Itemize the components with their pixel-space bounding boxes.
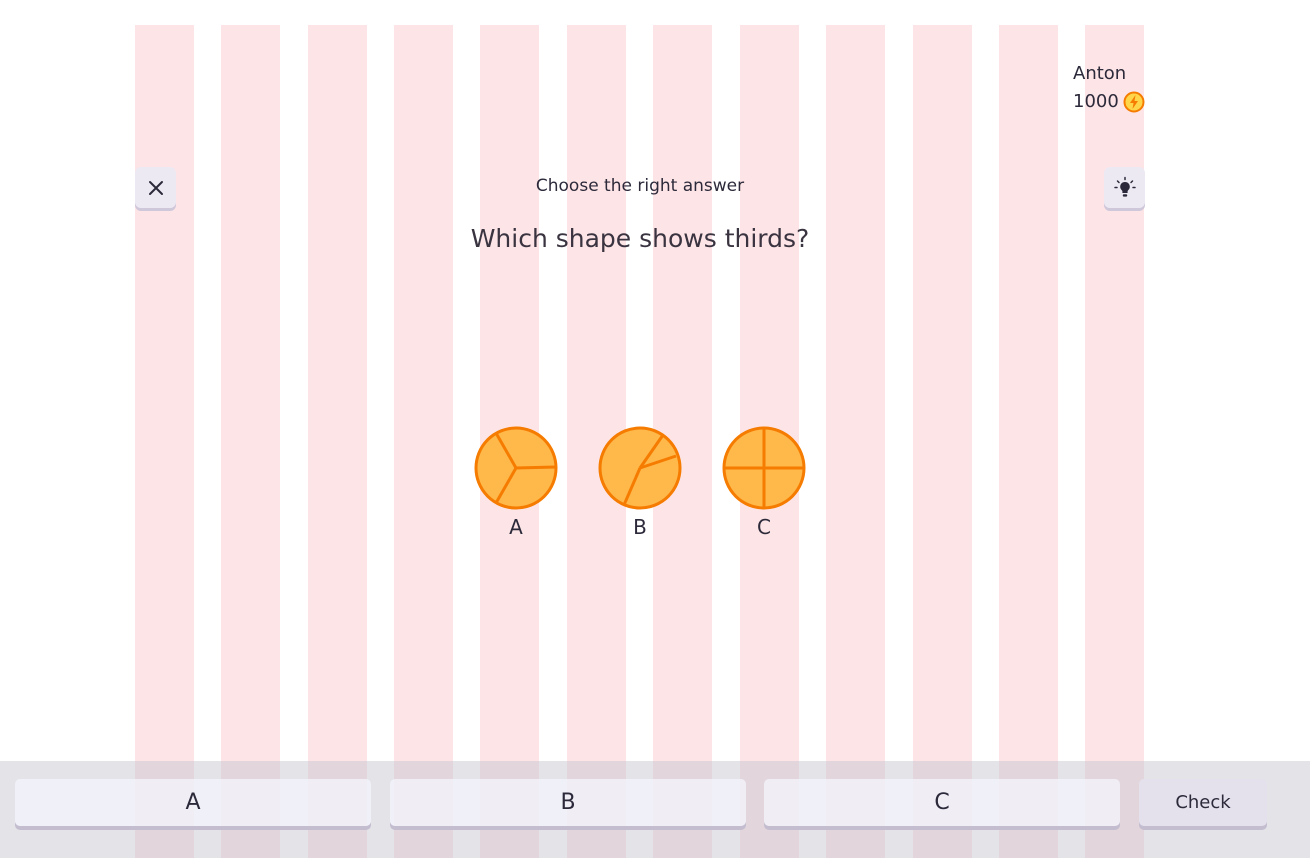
- answer-button-b[interactable]: B: [390, 779, 746, 826]
- grid-column: [1085, 25, 1144, 858]
- shape-label-c: C: [757, 515, 771, 539]
- answer-bar: A B C Check: [0, 761, 1310, 858]
- user-info: Anton 1000: [1073, 62, 1145, 114]
- shape-option-a: A: [473, 425, 559, 539]
- coin-balance: 1000: [1073, 90, 1145, 114]
- user-name: Anton: [1073, 63, 1127, 84]
- shape-label-b: B: [633, 515, 647, 539]
- grid-column: [221, 25, 280, 858]
- circle-quarters-icon: [722, 426, 806, 510]
- question-text: Which shape shows thirds?: [470, 224, 810, 253]
- grid-column: [913, 25, 972, 858]
- instruction-text: Choose the right answer: [535, 176, 745, 196]
- grid-column: [999, 25, 1058, 858]
- answer-button-c[interactable]: C: [764, 779, 1120, 826]
- check-button[interactable]: Check: [1139, 779, 1267, 826]
- grid-column: [308, 25, 367, 858]
- shape-option-c: C: [721, 425, 807, 539]
- grid-column: [135, 25, 194, 858]
- coin-count: 1000: [1073, 91, 1119, 112]
- circle-thirds-equal-icon: [474, 426, 558, 510]
- grid-column: [826, 25, 885, 858]
- shape-option-b: B: [597, 425, 683, 539]
- lightning-coin-icon: [1123, 91, 1145, 113]
- circle-thirds-unequal-icon: [598, 426, 682, 510]
- shape-label-a: A: [509, 515, 523, 539]
- grid-column: [394, 25, 453, 858]
- answer-button-a[interactable]: A: [15, 779, 371, 826]
